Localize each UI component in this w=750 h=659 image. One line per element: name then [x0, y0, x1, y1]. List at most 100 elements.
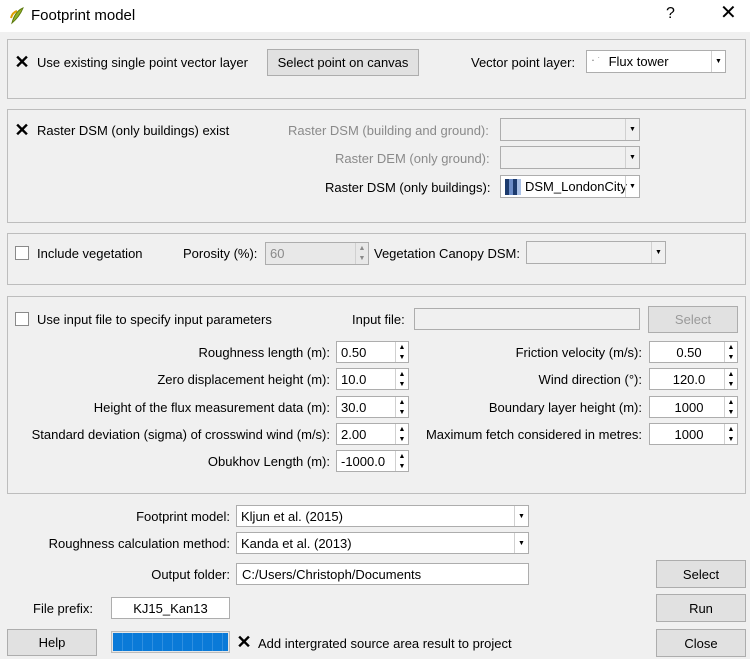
- dem-ground-label: Raster DEM (only ground):: [335, 151, 490, 166]
- spin-down-icon[interactable]: ▼: [396, 407, 408, 417]
- zero-displacement-label: Zero displacement height (m):: [157, 372, 330, 387]
- wind-direction-label: Wind direction (°):: [538, 372, 642, 387]
- zero-displacement-spinbox[interactable]: 10.0 ▲ ▼: [336, 368, 409, 390]
- include-vegetation-label: Include vegetation: [37, 246, 143, 261]
- canopy-dsm-label: Vegetation Canopy DSM:: [374, 246, 520, 261]
- footprint-model-value: Kljun et al. (2015): [241, 508, 343, 524]
- chevron-down-icon: ▼: [625, 119, 639, 140]
- footprint-model-combo[interactable]: Kljun et al. (2015) ▼: [236, 505, 529, 527]
- chevron-down-icon: ▼: [625, 176, 639, 197]
- obukhov-length-spinbox[interactable]: -1000.0 ▲ ▼: [336, 450, 409, 472]
- raster-dsm-exist-checkbox[interactable]: ✕: [14, 121, 29, 139]
- spin-up-icon[interactable]: ▲: [396, 369, 408, 379]
- flux-height-label: Height of the flux measurement data (m):: [93, 400, 330, 415]
- spin-down-icon[interactable]: ▼: [396, 352, 408, 362]
- qgis-app-icon: [9, 6, 25, 26]
- progress-bar-fill: [113, 633, 228, 651]
- dsm-building-ground-label: Raster DSM (building and ground):: [288, 123, 489, 138]
- roughness-method-combo[interactable]: Kanda et al. (2013) ▼: [236, 532, 529, 554]
- canopy-dsm-combo[interactable]: ▼: [526, 241, 666, 264]
- roughness-length-label: Roughness length (m):: [198, 345, 330, 360]
- output-folder-select-button[interactable]: Select: [656, 560, 746, 588]
- add-result-label: Add intergrated source area result to pr…: [258, 636, 512, 651]
- boundary-layer-height-spinbox[interactable]: 1000 ▲ ▼: [649, 396, 738, 418]
- max-fetch-label: Maximum fetch considered in metres:: [425, 427, 642, 442]
- chevron-down-icon: ▼: [625, 147, 639, 168]
- use-input-file-label: Use input file to specify input paramete…: [37, 312, 272, 327]
- select-point-on-canvas-button[interactable]: Select point on canvas: [267, 49, 419, 76]
- roughness-length-spinbox[interactable]: 0.50 ▲ ▼: [336, 341, 409, 363]
- spin-up-icon[interactable]: ▲: [356, 243, 368, 254]
- roughness-method-label: Roughness calculation method:: [48, 536, 230, 551]
- max-fetch-spinbox[interactable]: 1000 ▲ ▼: [649, 423, 738, 445]
- spin-up-icon[interactable]: ▲: [396, 342, 408, 352]
- output-folder-field[interactable]: C:/Users/Christoph/Documents: [236, 563, 529, 585]
- spin-down-icon[interactable]: ▼: [725, 434, 737, 444]
- spin-up-icon[interactable]: ▲: [396, 397, 408, 407]
- spin-up-icon[interactable]: ▲: [725, 397, 737, 407]
- use-input-file-checkbox[interactable]: [15, 312, 29, 326]
- raster-layer-icon: [505, 178, 521, 195]
- dsm-buildings-label: Raster DSM (only buildings):: [325, 180, 491, 195]
- wind-direction-spinbox[interactable]: 120.0 ▲ ▼: [649, 368, 738, 390]
- chevron-down-icon: ▼: [711, 51, 725, 72]
- input-file-label: Input file:: [352, 312, 405, 327]
- close-window-icon[interactable]: ✕: [720, 3, 737, 23]
- flux-height-value: 30.0: [341, 399, 367, 415]
- run-button[interactable]: Run: [656, 594, 746, 622]
- footprint-model-label: Footprint model:: [136, 509, 230, 524]
- add-result-checkbox[interactable]: ✕: [236, 633, 251, 651]
- flux-height-spinbox[interactable]: 30.0 ▲ ▼: [336, 396, 409, 418]
- obukhov-length-value: -1000.0: [341, 453, 386, 469]
- spin-down-icon[interactable]: ▼: [396, 434, 408, 444]
- help-button[interactable]: Help: [7, 629, 97, 656]
- dsm-buildings-combo[interactable]: DSM_LondonCity ▼: [500, 175, 640, 198]
- friction-velocity-label: Friction velocity (m/s):: [515, 345, 642, 360]
- spin-down-icon[interactable]: ▼: [396, 379, 408, 389]
- dsm-buildings-value: DSM_LondonCity: [525, 179, 627, 194]
- roughness-method-value: Kanda et al. (2013): [241, 535, 352, 551]
- obukhov-length-label: Obukhov Length (m):: [207, 454, 330, 469]
- spin-up-icon[interactable]: ▲: [725, 369, 737, 379]
- spin-up-icon[interactable]: ▲: [725, 424, 737, 434]
- spin-up-icon[interactable]: ▲: [725, 342, 737, 352]
- help-question-icon[interactable]: ?: [666, 5, 675, 23]
- input-file-select-button[interactable]: Select: [648, 306, 738, 333]
- raster-dsm-exist-label: Raster DSM (only buildings) exist: [37, 123, 230, 138]
- zero-displacement-value: 10.0: [341, 371, 367, 387]
- roughness-length-value: 0.50: [341, 344, 367, 360]
- sigma-crosswind-label: Standard deviation (sigma) of crosswind …: [31, 427, 330, 442]
- window-title: Footprint model: [31, 7, 136, 24]
- point-layer-icon: ⠂˙: [591, 56, 601, 66]
- vector-point-layer-value: Flux tower: [608, 54, 669, 69]
- spin-up-icon[interactable]: ▲: [396, 424, 408, 434]
- porosity-label: Porosity (%):: [183, 246, 258, 261]
- chevron-down-icon: ▼: [514, 533, 528, 553]
- vector-point-layer-label: Vector point layer:: [471, 55, 576, 70]
- chevron-down-icon: ▼: [651, 242, 665, 263]
- spin-down-icon[interactable]: ▼: [725, 407, 737, 417]
- friction-velocity-spinbox[interactable]: 0.50 ▲ ▼: [649, 341, 738, 363]
- spin-down-icon[interactable]: ▼: [396, 461, 408, 471]
- include-vegetation-checkbox[interactable]: [15, 246, 29, 260]
- vector-point-layer-combo[interactable]: ⠂˙ Flux tower ▼: [586, 50, 726, 73]
- close-button[interactable]: Close: [656, 629, 746, 657]
- sigma-crosswind-spinbox[interactable]: 2.00 ▲ ▼: [336, 423, 409, 445]
- input-file-field[interactable]: [414, 308, 640, 330]
- spin-down-icon[interactable]: ▼: [725, 352, 737, 362]
- sigma-crosswind-value: 2.00: [341, 426, 367, 442]
- spin-up-icon[interactable]: ▲: [396, 451, 408, 461]
- file-prefix-field[interactable]: KJ15_Kan13: [111, 597, 230, 619]
- dsm-building-ground-combo[interactable]: ▼: [500, 118, 640, 141]
- boundary-layer-height-label: Boundary layer height (m):: [488, 400, 642, 415]
- porosity-spinbox[interactable]: 60 ▲ ▼: [265, 242, 369, 265]
- porosity-value: 60: [270, 246, 285, 261]
- output-folder-label: Output folder:: [151, 567, 230, 582]
- spin-down-icon[interactable]: ▼: [725, 379, 737, 389]
- use-existing-layer-checkbox[interactable]: ✕: [14, 53, 29, 71]
- spin-down-icon[interactable]: ▼: [356, 254, 368, 265]
- use-existing-layer-label: Use existing single point vector layer: [37, 55, 248, 70]
- dem-ground-combo[interactable]: ▼: [500, 146, 640, 169]
- file-prefix-label: File prefix:: [33, 601, 93, 616]
- chevron-down-icon: ▼: [514, 506, 528, 526]
